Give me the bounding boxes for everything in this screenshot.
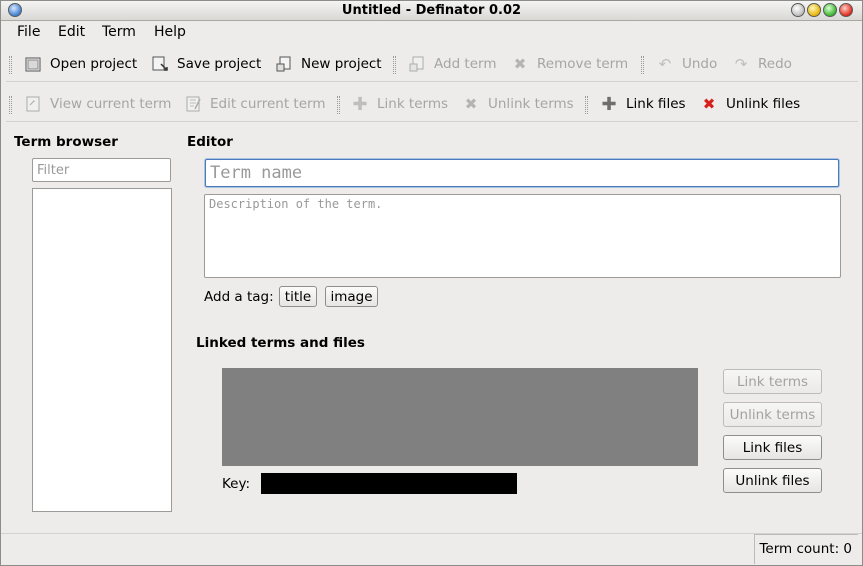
redo-label: Redo (758, 56, 792, 72)
folder-open-icon (24, 55, 42, 73)
filter-input[interactable] (32, 158, 171, 182)
editor-heading: Editor (187, 134, 233, 150)
redo-icon: ↷ (734, 55, 748, 73)
title-bar: Untitled - Definator 0.02 (1, 1, 862, 21)
shade-icon[interactable] (823, 3, 837, 17)
term-browser-heading: Term browser (14, 134, 118, 150)
unlink-terms-toolbar-label: Unlink terms (488, 96, 574, 112)
toolbar-separator (337, 96, 340, 114)
remove-x-icon: ✖ (464, 95, 478, 113)
toolbar-separator (585, 96, 588, 114)
link-terms-toolbar-button[interactable]: ✚ Link terms (351, 93, 449, 115)
new-document-icon (275, 55, 293, 73)
term-count-panel: Term count: 0 (754, 534, 858, 564)
key-label: Key: (222, 476, 251, 492)
link-graph-area[interactable] (222, 368, 698, 466)
save-icon (151, 55, 169, 73)
remove-x-icon: ✖ (513, 55, 527, 73)
minimize-icon[interactable] (791, 3, 805, 17)
toolbar-grip[interactable] (9, 56, 12, 74)
open-project-button[interactable]: Open project (24, 54, 137, 74)
unlink-terms-toolbar-button[interactable]: ✖ Unlink terms (462, 94, 574, 114)
linked-heading: Linked terms and files (196, 335, 365, 351)
menu-bar: File Edit Term Help (1, 22, 862, 44)
term-name-input[interactable] (205, 159, 839, 187)
unlink-files-toolbar-label: Unlink files (726, 96, 801, 112)
term-count: Term count: 0 (759, 541, 852, 557)
remove-term-label: Remove term (537, 56, 629, 72)
view-current-term-button[interactable]: View current term (24, 94, 171, 114)
tag-image-button[interactable]: image (325, 286, 378, 307)
edit-current-term-button[interactable]: Edit current term (184, 94, 326, 114)
key-legend (261, 473, 517, 494)
add-term-button[interactable]: Add term (408, 54, 497, 74)
menu-term[interactable]: Term (102, 24, 136, 40)
plus-icon: ✚ (601, 93, 617, 115)
link-files-toolbar-label: Link files (626, 96, 686, 112)
unlink-files-button[interactable]: Unlink files (723, 468, 822, 493)
plus-icon: ✚ (352, 93, 368, 115)
tag-title-button[interactable]: title (279, 286, 317, 307)
unlink-terms-button[interactable]: Unlink terms (723, 402, 822, 427)
edit-document-icon (184, 95, 202, 113)
unlink-files-toolbar-button[interactable]: ✖ Unlink files (700, 94, 801, 114)
menu-edit[interactable]: Edit (58, 24, 85, 40)
maximize-icon[interactable] (807, 3, 821, 17)
add-term-icon (408, 55, 426, 73)
link-files-toolbar-button[interactable]: ✚ Link files (600, 93, 686, 115)
window-title: Untitled - Definator 0.02 (341, 3, 522, 18)
toolbar-separator (641, 56, 644, 74)
new-project-label: New project (301, 56, 382, 72)
term-list[interactable] (32, 188, 172, 512)
undo-icon: ↶ (658, 55, 672, 73)
close-icon[interactable] (839, 3, 853, 17)
main-toolbar: Open project Save project New project Ad… (6, 46, 858, 82)
status-bar: Term count: 0 (1, 533, 862, 565)
save-project-label: Save project (177, 56, 262, 72)
undo-button[interactable]: ↶ Undo (656, 54, 718, 74)
red-x-icon: ✖ (702, 95, 716, 113)
term-description-input[interactable] (204, 194, 841, 278)
term-toolbar: View current term Edit current term ✚ Li… (6, 86, 858, 122)
edit-current-term-label: Edit current term (210, 96, 326, 112)
menu-file[interactable]: File (17, 24, 40, 40)
add-term-label: Add term (434, 56, 497, 72)
save-project-button[interactable]: Save project (151, 54, 261, 74)
redo-button[interactable]: ↷ Redo (732, 54, 792, 74)
open-project-label: Open project (50, 56, 138, 72)
add-tag-label: Add a tag: (204, 289, 274, 305)
menu-help[interactable]: Help (154, 24, 186, 40)
link-files-button[interactable]: Link files (723, 435, 822, 460)
toolbar-grip[interactable] (9, 96, 12, 114)
new-project-button[interactable]: New project (275, 54, 382, 74)
view-current-term-label: View current term (50, 96, 172, 112)
link-terms-toolbar-label: Link terms (377, 96, 449, 112)
main-window: Untitled - Definator 0.02 File Edit Term… (0, 0, 863, 566)
toolbar-separator (393, 56, 396, 74)
undo-label: Undo (682, 56, 718, 72)
link-terms-button[interactable]: Link terms (723, 369, 822, 394)
view-document-icon (24, 95, 42, 113)
remove-term-button[interactable]: ✖ Remove term (511, 54, 628, 74)
